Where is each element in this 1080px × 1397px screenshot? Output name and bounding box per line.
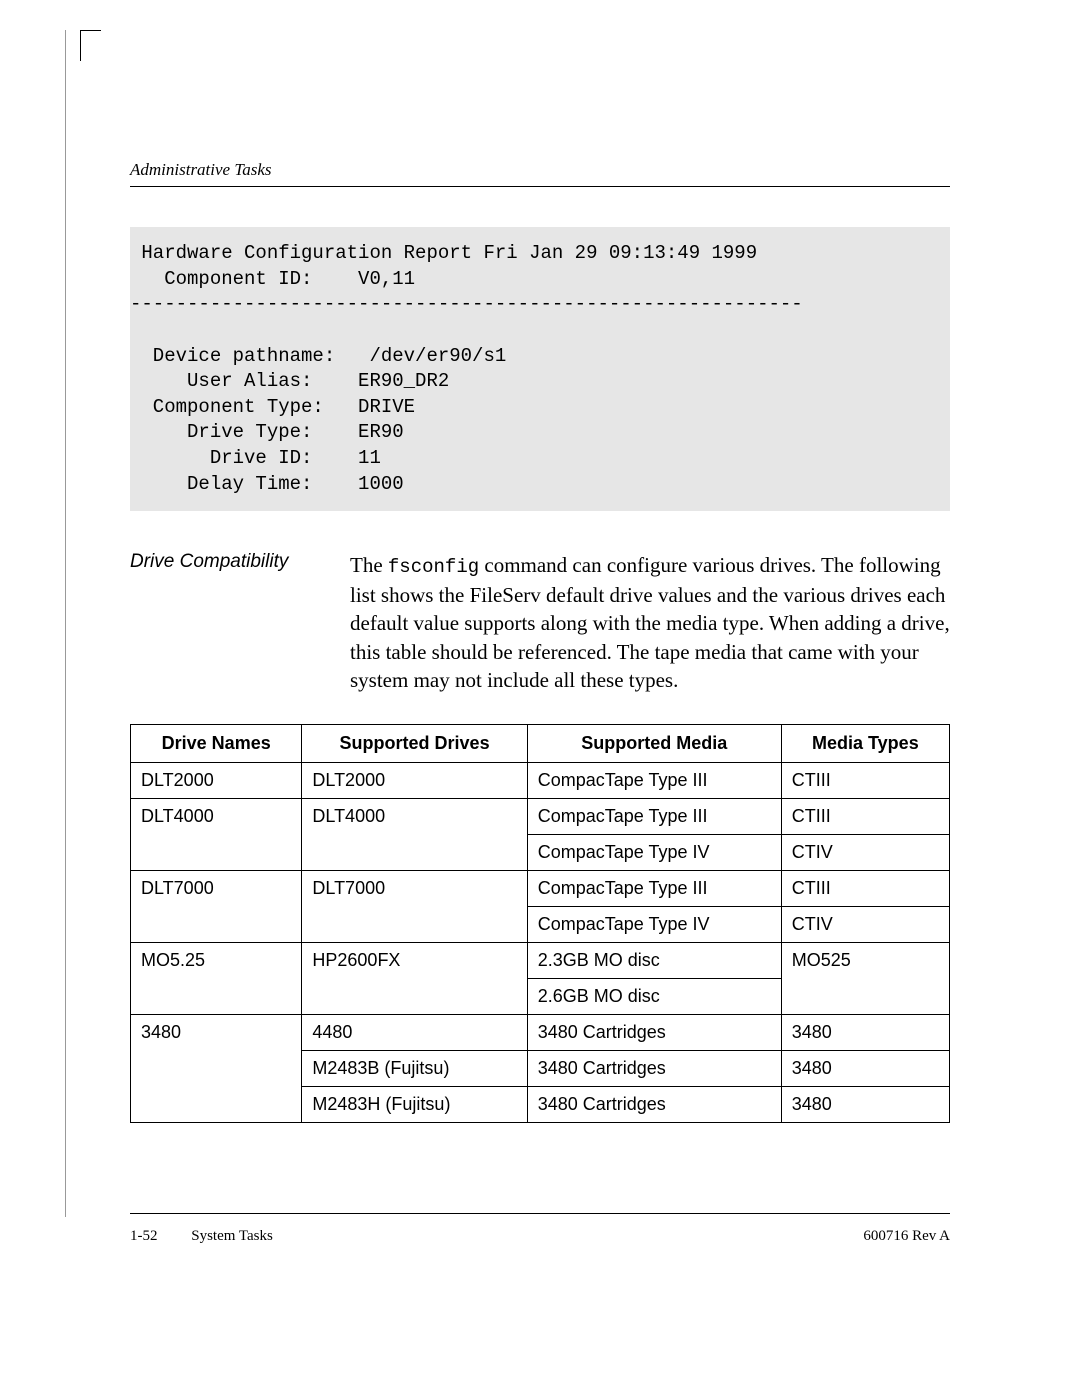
cell: DLT7000	[302, 871, 527, 943]
code-line: User Alias: ER90_DR2	[130, 370, 449, 392]
page-footer: 1-52 System Tasks 600716 Rev A	[130, 1228, 950, 1245]
compatibility-table: Drive Names Supported Drives Supported M…	[130, 724, 950, 1123]
table-row: DLT7000 DLT7000 CompacTape Type III CTII…	[131, 871, 950, 907]
cell: HP2600FX	[302, 943, 527, 1015]
cell: 3480	[781, 1015, 949, 1051]
footer-rule	[130, 1213, 950, 1214]
cell: CTIII	[781, 871, 949, 907]
th-supported-drives: Supported Drives	[302, 725, 527, 763]
cell: M2483H (Fujitsu)	[302, 1087, 527, 1123]
code-block: Hardware Configuration Report Fri Jan 29…	[130, 227, 950, 511]
header-rule	[130, 186, 950, 187]
cell: 2.3GB MO disc	[527, 943, 781, 979]
doc-number: 600716 Rev A	[863, 1228, 950, 1245]
section-body: The fsconfig command can configure vario…	[350, 551, 950, 694]
cell: 2.6GB MO disc	[527, 979, 781, 1015]
cell: DLT7000	[131, 871, 302, 943]
cell: CompacTape Type III	[527, 763, 781, 799]
body-text-pre: The	[350, 553, 388, 577]
cell: M2483B (Fujitsu)	[302, 1051, 527, 1087]
cell: CompacTape Type III	[527, 799, 781, 835]
footer-section: System Tasks	[191, 1228, 273, 1244]
cell: CTIV	[781, 907, 949, 943]
code-line: ----------------------------------------…	[130, 293, 803, 315]
crop-guide	[65, 30, 66, 1217]
cell: MO525	[781, 943, 949, 1015]
table-row: DLT4000 DLT4000 CompacTape Type III CTII…	[131, 799, 950, 835]
cell: CompacTape Type IV	[527, 907, 781, 943]
table-row: 3480 4480 3480 Cartridges 3480	[131, 1015, 950, 1051]
cell: 3480	[781, 1051, 949, 1087]
cell: CompacTape Type IV	[527, 835, 781, 871]
section-side-label: Drive Compatibility	[130, 551, 320, 694]
th-media-types: Media Types	[781, 725, 949, 763]
cell: CTIII	[781, 799, 949, 835]
cell: CTIII	[781, 763, 949, 799]
code-line: Device pathname: /dev/er90/s1	[130, 345, 506, 367]
cell: MO5.25	[131, 943, 302, 1015]
crop-mark	[80, 30, 101, 61]
cell: CTIV	[781, 835, 949, 871]
table-row: DLT2000 DLT2000 CompacTape Type III CTII…	[131, 763, 950, 799]
cell: 3480 Cartridges	[527, 1087, 781, 1123]
code-line: Component Type: DRIVE	[130, 396, 415, 418]
cell: 3480	[131, 1015, 302, 1123]
cell: 3480 Cartridges	[527, 1015, 781, 1051]
cell: DLT2000	[131, 763, 302, 799]
code-line: Component ID: V0,11	[130, 268, 415, 290]
th-supported-media: Supported Media	[527, 725, 781, 763]
code-line: Delay Time: 1000	[130, 473, 404, 495]
cell: CompacTape Type III	[527, 871, 781, 907]
cell: DLT2000	[302, 763, 527, 799]
code-line: Hardware Configuration Report Fri Jan 29…	[130, 242, 757, 264]
table-row: MO5.25 HP2600FX 2.3GB MO disc MO525	[131, 943, 950, 979]
cell: 3480	[781, 1087, 949, 1123]
inline-code: fsconfig	[388, 556, 479, 578]
code-line: Drive ID: 11	[130, 447, 381, 469]
code-line: Drive Type: ER90	[130, 421, 404, 443]
cell: 3480 Cartridges	[527, 1051, 781, 1087]
running-head: Administrative Tasks	[130, 160, 950, 180]
th-drive-names: Drive Names	[131, 725, 302, 763]
cell: 4480	[302, 1015, 527, 1051]
cell: DLT4000	[131, 799, 302, 871]
cell: DLT4000	[302, 799, 527, 871]
page-number: 1-52	[130, 1228, 158, 1244]
